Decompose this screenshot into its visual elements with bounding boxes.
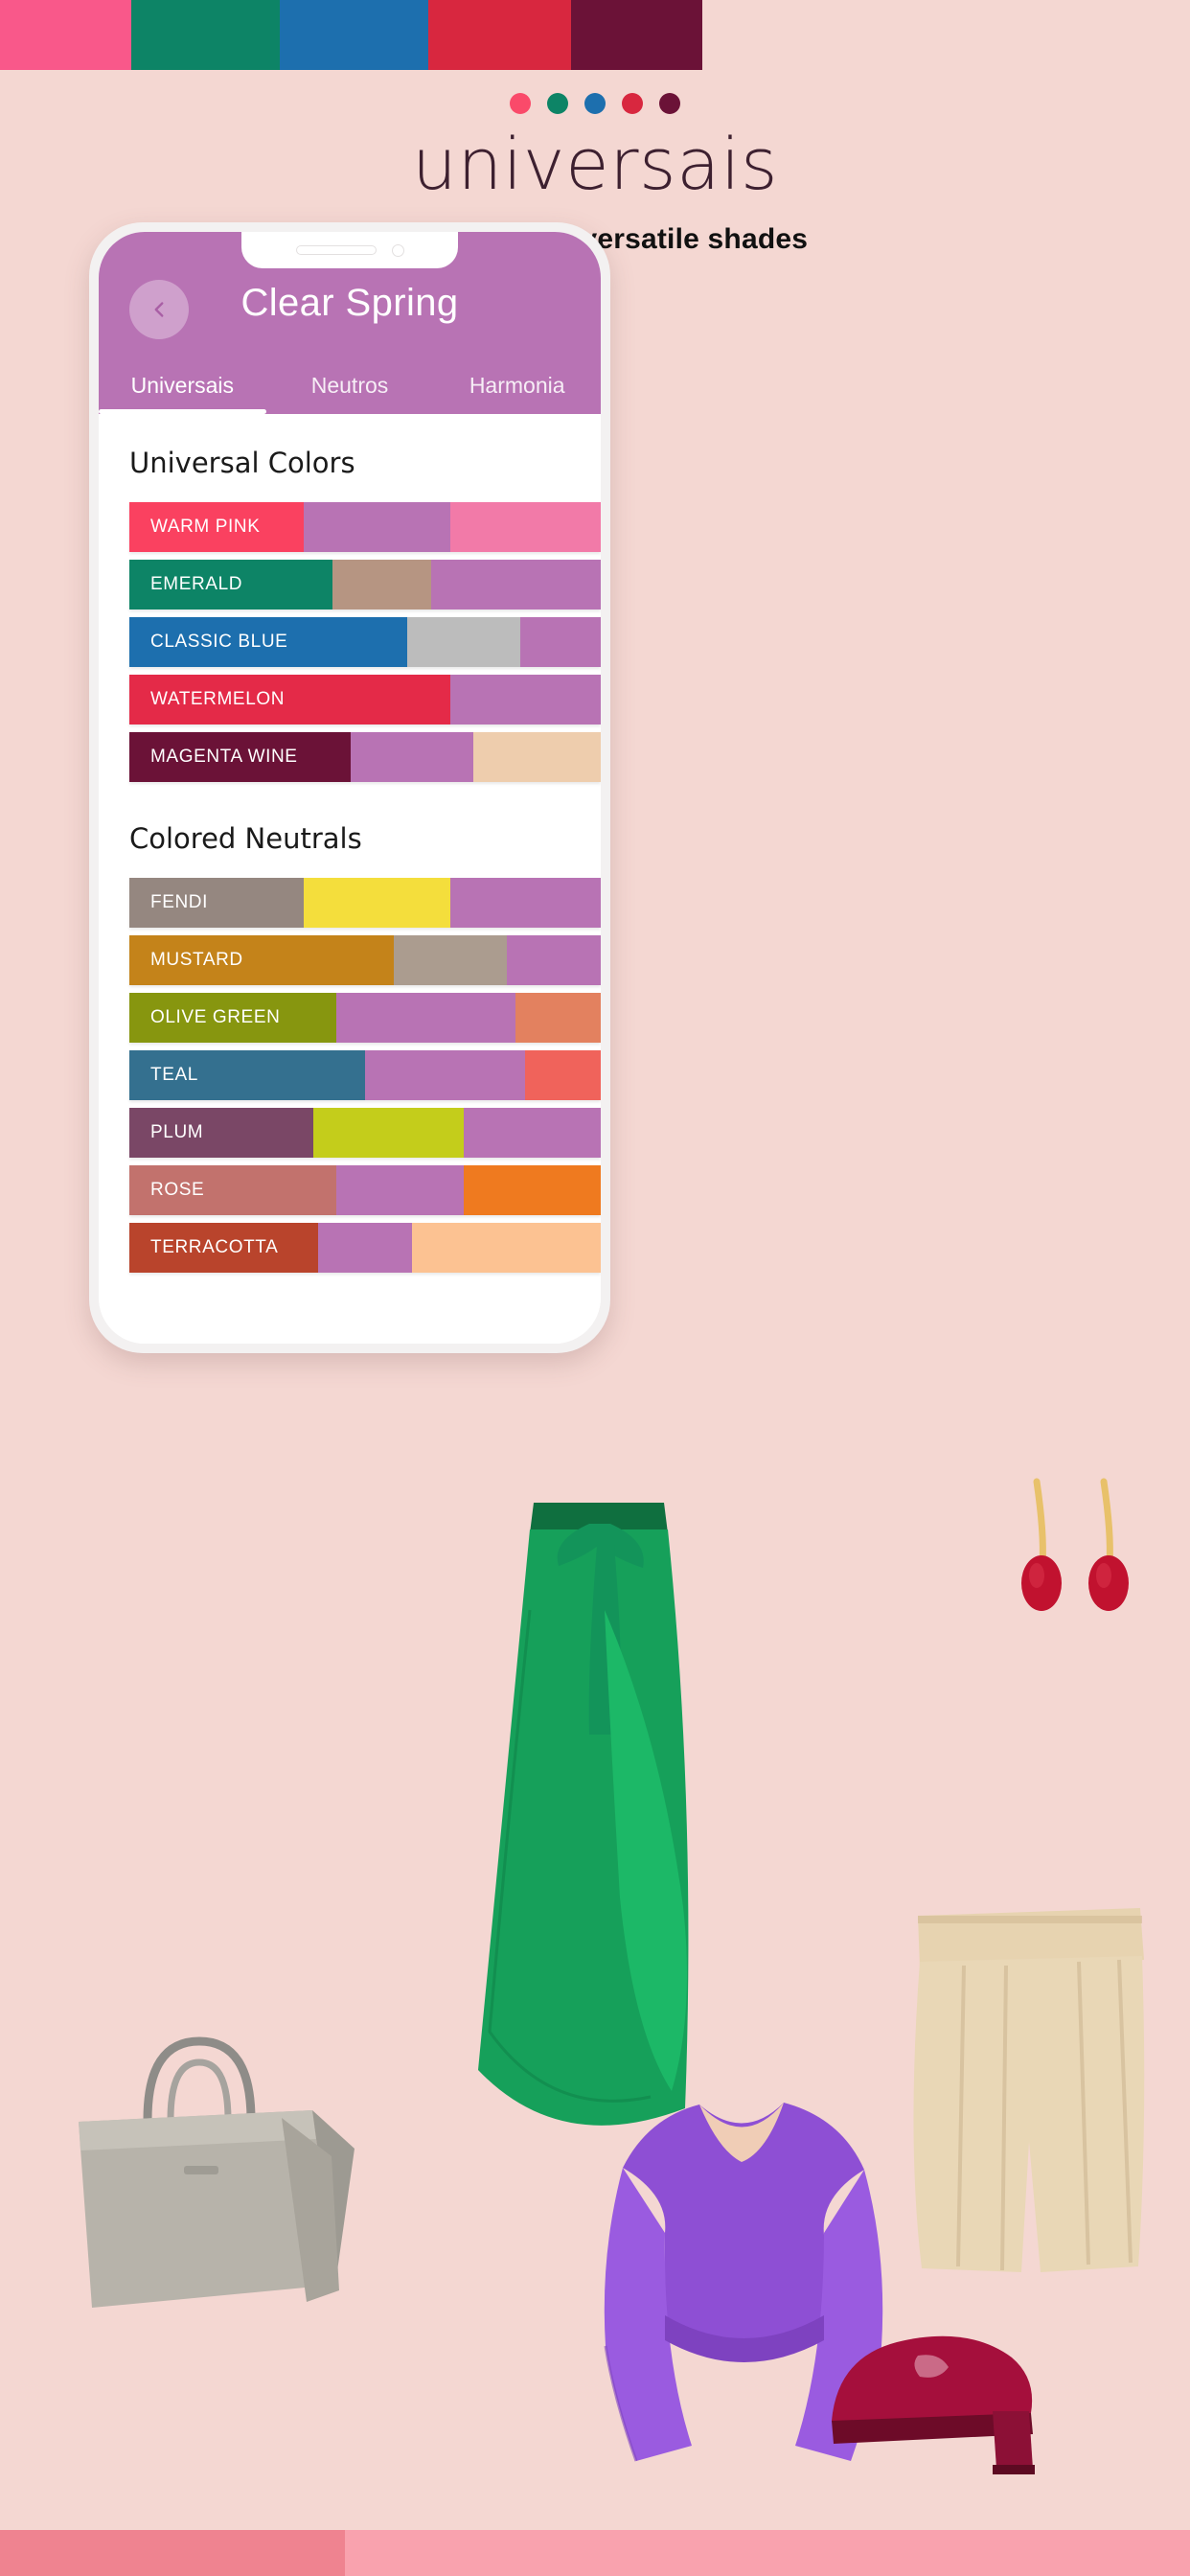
emerald-ruffle-wrap-skirt-icon (478, 1503, 689, 2126)
app-body: Universal Colors WARM PINK EMERALD CLASSIC… (99, 414, 601, 1344)
swatch-pair-segment (365, 1050, 526, 1100)
swatch-pair-segment (520, 617, 601, 667)
bottom-strip-swatch-0 (0, 2530, 346, 2576)
brand-dot-1 (547, 93, 568, 114)
phone-screen: Clear Spring Universais Neutros Harmonia… (99, 232, 601, 1344)
brand-dot-3 (622, 93, 643, 114)
swatch-pair-segment (312, 1108, 465, 1158)
swatch-label: WARM PINK (129, 502, 305, 552)
tab-neutros[interactable]: Neutros (266, 356, 434, 414)
swatch-label: ROSE (129, 1165, 337, 1215)
top-strip-swatch-4 (571, 0, 702, 70)
swatch-pair-segment (412, 1223, 601, 1273)
swatch-pair-segment (351, 732, 474, 782)
swatch-pair-segment (304, 878, 450, 928)
swatch-pair-segment (464, 1165, 601, 1215)
swatch-pair-segment (449, 878, 601, 928)
swatch-pair-segment (336, 1165, 465, 1215)
page-title: Clear Spring (240, 282, 459, 324)
brand-dot-4 (659, 93, 680, 114)
brand-dot-2 (584, 93, 606, 114)
swatch-label: OLIVE GREEN (129, 993, 337, 1043)
swatch-pair-segment (336, 993, 516, 1043)
purple-crop-blouse-icon (604, 2103, 883, 2462)
swatch-pair-segment (304, 502, 450, 552)
phone-notch (241, 232, 458, 268)
swatch-label: FENDI (129, 878, 305, 928)
tab-universais[interactable]: Universais (99, 356, 266, 414)
swatch-label: TERRACOTTA (129, 1223, 318, 1273)
section-title-colored-neutrals: Colored Neutrals (129, 822, 362, 855)
tab-harmonia[interactable]: Harmonia (433, 356, 601, 414)
swatch-list-colored-neutrals: FENDI MUSTARD OLIVE GREEN TEAL PLUM ROSE TERRA… (99, 878, 601, 1273)
swatch-pair-segment (525, 1050, 601, 1100)
brand-dots (0, 70, 1190, 114)
swatch-label: MAGENTA WINE (129, 732, 352, 782)
swatch-pair-segment (393, 935, 507, 985)
swatch-row[interactable]: WARM PINK (129, 502, 601, 552)
section-title-universal-colors: Universal Colors (129, 447, 355, 479)
swatch-pair-segment (407, 617, 521, 667)
top-strip-swatch-5 (701, 0, 1190, 70)
swatch-row[interactable]: TEAL (129, 1050, 601, 1100)
top-strip-swatch-1 (130, 0, 280, 70)
top-strip-swatch-0 (0, 0, 131, 70)
burgundy-flat-shoe-icon (832, 2335, 1035, 2474)
brand-wordmark: universais (411, 124, 779, 206)
swatch-list-universal-colors: WARM PINK EMERALD CLASSIC BLUE WATERMELON MA… (99, 502, 601, 782)
top-strip-swatch-2 (279, 0, 429, 70)
swatch-pair-segment (317, 1223, 413, 1273)
swatch-row[interactable]: ROSE (129, 1165, 601, 1215)
tab-bar: Universais Neutros Harmonia (99, 356, 601, 414)
swatch-pair-segment (506, 935, 601, 985)
swatch-pair-segment (332, 560, 431, 610)
swatch-pair-segment (449, 502, 601, 552)
swatch-pair-segment (464, 1108, 601, 1158)
swatch-label: EMERALD (129, 560, 332, 610)
brand-dot-0 (510, 93, 531, 114)
swatch-label: CLASSIC BLUE (129, 617, 408, 667)
swatch-label: WATERMELON (129, 675, 450, 724)
phone-mockup: Clear Spring Universais Neutros Harmonia… (89, 222, 610, 1353)
swatch-label: TEAL (129, 1050, 365, 1100)
swatch-row[interactable]: FENDI (129, 878, 601, 928)
swatch-row[interactable]: EMERALD (129, 560, 601, 610)
camera-icon (391, 243, 404, 257)
swatch-row[interactable]: PLUM (129, 1108, 601, 1158)
bottom-strip-swatch-1 (345, 2530, 1190, 2576)
ruby-teardrop-earrings-icon (1021, 1478, 1129, 1611)
swatch-label: PLUM (129, 1108, 313, 1158)
swatch-row[interactable]: WATERMELON (129, 675, 601, 724)
beige-pleated-shorts-icon (913, 1908, 1145, 2272)
section-universal-colors: Universal Colors WARM PINK EMERALD CLASSIC… (99, 414, 601, 782)
top-strip-swatch-3 (428, 0, 572, 70)
grey-leather-handbag-icon (79, 2036, 355, 2308)
swatch-row[interactable]: MAGENTA WINE (129, 732, 601, 782)
swatch-pair-segment (449, 675, 601, 724)
speaker-icon (295, 245, 377, 255)
swatch-label: MUSTARD (129, 935, 394, 985)
swatch-row[interactable]: TERRACOTTA (129, 1223, 601, 1273)
top-color-strip (0, 0, 1190, 70)
swatch-pair-segment (515, 993, 601, 1043)
swatch-pair-segment (430, 560, 601, 610)
swatch-row[interactable]: MUSTARD (129, 935, 601, 985)
section-colored-neutrals: Colored Neutrals FENDI MUSTARD OLIVE GREEN… (99, 790, 601, 1273)
swatch-row[interactable]: CLASSIC BLUE (129, 617, 601, 667)
swatch-row[interactable]: OLIVE GREEN (129, 993, 601, 1043)
bottom-color-strip (0, 2530, 1190, 2576)
swatch-pair-segment (473, 732, 601, 782)
